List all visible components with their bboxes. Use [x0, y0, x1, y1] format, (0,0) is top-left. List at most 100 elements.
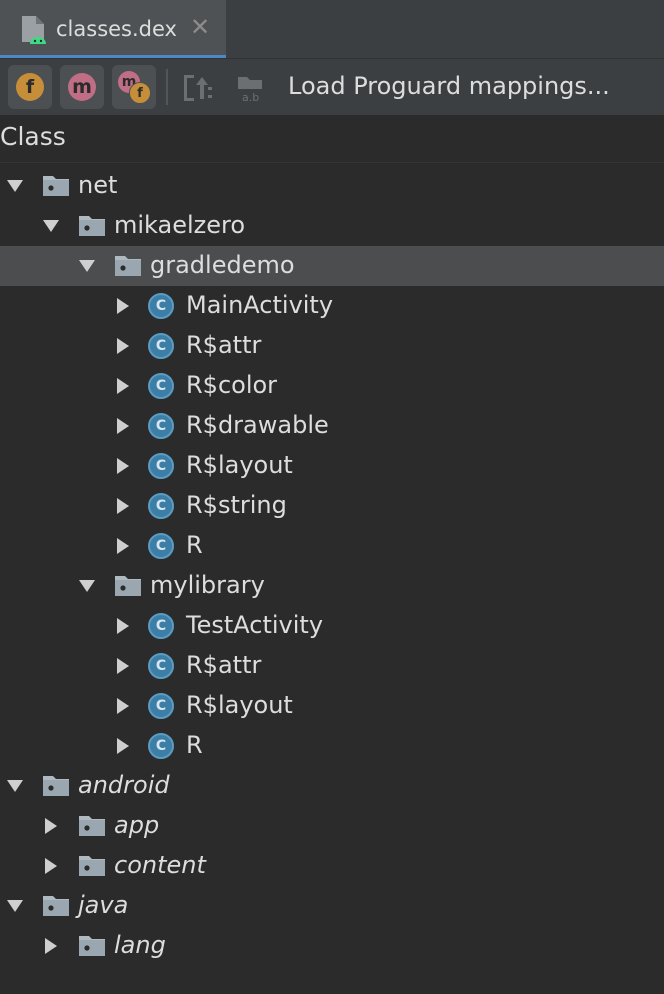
package-folder-icon [79, 856, 105, 876]
method-icon: m [68, 73, 96, 101]
package-folder-icon [43, 776, 69, 796]
method-field-icon: m f [118, 71, 151, 104]
chevron-down-icon[interactable] [6, 777, 24, 795]
show-methods-button[interactable]: m [60, 65, 104, 109]
class-icon: C [148, 493, 174, 519]
tree-item-label: net [78, 171, 118, 199]
tree-item-label: R [186, 531, 203, 559]
chevron-right-icon[interactable] [114, 737, 132, 755]
svg-text:a.b: a.b [242, 91, 259, 103]
tree-item-label: R$drawable [186, 411, 329, 439]
tree-item-label: android [78, 771, 170, 799]
chevron-down-icon[interactable] [42, 217, 60, 235]
package-folder-icon [43, 896, 69, 916]
chevron-right-icon[interactable] [114, 417, 132, 435]
class-icon: C [148, 373, 174, 399]
tree-class-row[interactable]: C R$color [0, 366, 664, 406]
toolbar: f m m f a.b Load Proguard mappings... [0, 59, 664, 115]
tree-package-row[interactable]: app [0, 806, 664, 846]
chevron-right-icon[interactable] [114, 337, 132, 355]
class-icon: C [148, 613, 174, 639]
chevron-right-icon[interactable] [114, 537, 132, 555]
chevron-down-icon[interactable] [6, 897, 24, 915]
tree-item-label: app [114, 811, 160, 839]
tree-class-row[interactable]: C TestActivity [0, 606, 664, 646]
tree-item-label: mikaelzero [114, 211, 246, 239]
tree-package-row[interactable]: mylibrary [0, 566, 664, 606]
toolbar-separator [166, 69, 168, 105]
tree-item-label: MainActivity [186, 291, 334, 319]
chevron-right-icon[interactable] [42, 937, 60, 955]
show-fields-button[interactable]: f [8, 65, 52, 109]
tree-item-label: gradledemo [150, 251, 295, 279]
class-icon: C [148, 693, 174, 719]
chevron-down-icon[interactable] [78, 257, 96, 275]
tree-package-row[interactable]: lang [0, 926, 664, 966]
tree-class-row[interactable]: C R$drawable [0, 406, 664, 446]
tree-class-row[interactable]: CR [0, 726, 664, 766]
tree-item-label: TestActivity [186, 611, 324, 639]
chevron-right-icon[interactable] [42, 817, 60, 835]
tree-class-row[interactable]: C R$layout [0, 686, 664, 726]
tree-class-row[interactable]: C R$attr [0, 326, 664, 366]
class-tree: net mikaelzero gradledemo C MainActivity C R$a… [0, 166, 664, 966]
tree-item-label: R$attr [186, 331, 262, 359]
field-icon: f [16, 73, 44, 101]
class-icon: C [148, 733, 174, 759]
class-icon: C [148, 293, 174, 319]
load-proguard-mappings-button[interactable]: Load Proguard mappings... [288, 72, 610, 100]
tree-class-row[interactable]: C R$attr [0, 646, 664, 686]
tree-package-row[interactable]: android [0, 766, 664, 806]
chevron-right-icon[interactable] [114, 497, 132, 515]
android-file-icon [22, 16, 46, 44]
deobfuscate-icon[interactable]: a.b [236, 73, 268, 103]
tree-item-label: R$string [186, 491, 287, 519]
tree-package-row[interactable]: gradledemo [0, 246, 664, 286]
class-icon: C [148, 333, 174, 359]
chevron-down-icon[interactable] [6, 177, 24, 195]
tree-class-row[interactable]: CR [0, 526, 664, 566]
package-folder-icon [79, 936, 105, 956]
tree-class-row[interactable]: C MainActivity [0, 286, 664, 326]
chevron-right-icon[interactable] [114, 377, 132, 395]
class-icon: C [148, 413, 174, 439]
sort-hierarchy-icon[interactable] [182, 73, 214, 103]
close-icon[interactable]: ✕ [190, 14, 210, 40]
chevron-down-icon[interactable] [78, 577, 96, 595]
class-icon: C [148, 533, 174, 559]
tree-item-label: R$attr [186, 651, 262, 679]
chevron-right-icon[interactable] [114, 297, 132, 315]
class-column-label: Class [0, 122, 66, 151]
tree-item-label: content [114, 851, 206, 879]
tab-label: classes.dex [56, 17, 177, 41]
tree-package-row[interactable]: java [0, 886, 664, 926]
tree-package-row[interactable]: content [0, 846, 664, 886]
package-folder-icon [79, 816, 105, 836]
tree-class-row[interactable]: C R$string [0, 486, 664, 526]
class-icon: C [148, 653, 174, 679]
package-folder-icon [115, 256, 141, 276]
tree-item-label: lang [114, 931, 166, 959]
tree-item-label: mylibrary [150, 571, 265, 599]
tree-class-row[interactable]: C R$layout [0, 446, 664, 486]
show-referenced-methods-button[interactable]: m f [112, 65, 156, 109]
tree-item-label: R$color [186, 371, 278, 399]
tree-package-row[interactable]: net [0, 166, 664, 206]
class-icon: C [148, 453, 174, 479]
tree-item-label: R$layout [186, 451, 293, 479]
tab-classes-dex[interactable]: classes.dex ✕ [0, 0, 226, 58]
tree-item-label: R$layout [186, 691, 293, 719]
chevron-right-icon[interactable] [114, 617, 132, 635]
editor-tab-bar: classes.dex ✕ [0, 0, 664, 59]
tree-column-header: Class [0, 120, 664, 163]
chevron-right-icon[interactable] [114, 657, 132, 675]
tree-item-label: R [186, 731, 203, 759]
chevron-right-icon[interactable] [114, 457, 132, 475]
tree-item-label: java [78, 891, 129, 919]
package-folder-icon [79, 216, 105, 236]
chevron-right-icon[interactable] [114, 697, 132, 715]
tree-package-row[interactable]: mikaelzero [0, 206, 664, 246]
chevron-right-icon[interactable] [42, 857, 60, 875]
package-folder-icon [43, 176, 69, 196]
package-folder-icon [115, 576, 141, 596]
